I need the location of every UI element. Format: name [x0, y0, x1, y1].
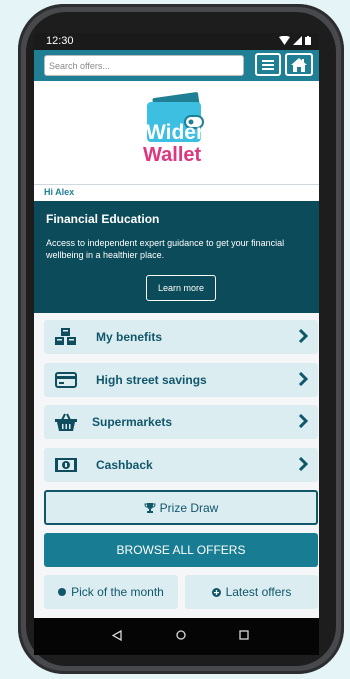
status-bar: 12:30	[34, 33, 319, 50]
shopping-basket-icon	[54, 412, 78, 432]
app-screen: 12:30 Wider Wallet Hi Alex Financial Edu…	[34, 33, 319, 655]
home-button[interactable]	[285, 53, 313, 76]
greeting: Hi Alex	[34, 184, 319, 200]
latest-offers-button[interactable]: Latest offers	[185, 575, 318, 609]
recents-icon[interactable]	[239, 630, 249, 640]
high-street-savings-label: High street savings	[96, 373, 207, 387]
supermarkets-item[interactable]: Supermarkets	[44, 405, 318, 439]
browse-all-offers-button[interactable]: BROWSE ALL OFFERS	[44, 533, 318, 567]
banknote-icon	[54, 455, 78, 475]
latest-offers-label: Latest offers	[225, 585, 292, 599]
status-icons	[279, 36, 311, 45]
banner-title: Financial Education	[46, 212, 160, 226]
signal-icon	[293, 36, 302, 45]
wider-wallet-logo[interactable]: Wider Wallet	[137, 92, 217, 172]
credit-card-icon	[54, 370, 78, 390]
prize-draw-label: Prize Draw	[159, 500, 219, 515]
chevron-right-icon	[298, 457, 308, 471]
pick-of-the-month-button[interactable]: Pick of the month	[44, 575, 178, 609]
high-street-savings-item[interactable]: High street savings	[44, 363, 318, 397]
home-nav-icon[interactable]	[176, 630, 186, 640]
dot-icon	[58, 588, 67, 596]
logo-area: Wider Wallet	[34, 81, 319, 185]
chevron-right-icon	[298, 414, 308, 428]
learn-more-button[interactable]: Learn more	[146, 275, 216, 301]
prize-draw-button[interactable]: Prize Draw	[44, 490, 318, 525]
battery-icon	[305, 36, 311, 45]
brand-wallet-text: Wallet	[143, 144, 201, 166]
banner-description: Access to independent expert guidance to…	[46, 238, 285, 260]
home-icon	[291, 57, 307, 72]
android-nav-bar	[34, 618, 319, 655]
supermarkets-label: Supermarkets	[92, 415, 173, 429]
financial-education-banner: Financial Education Access to independen…	[34, 201, 319, 313]
brand-wider-text: Wider	[146, 121, 204, 144]
menu-button[interactable]	[255, 53, 281, 76]
plus-circle-icon	[211, 587, 221, 597]
status-time: 12:30	[46, 35, 74, 47]
app-header	[34, 50, 319, 81]
cashback-label: Cashback	[96, 458, 153, 472]
cashback-item[interactable]: Cashback	[44, 448, 318, 482]
trophy-icon	[144, 502, 156, 513]
boxes-icon	[54, 327, 78, 347]
back-icon[interactable]	[112, 630, 122, 641]
hamburger-icon	[262, 59, 274, 70]
wifi-icon	[279, 36, 290, 45]
my-benefits-label: My benefits	[96, 330, 163, 344]
pick-of-the-month-label: Pick of the month	[71, 585, 164, 599]
my-benefits-item[interactable]: My benefits	[44, 320, 318, 354]
search-input[interactable]	[44, 55, 244, 76]
chevron-right-icon	[298, 329, 308, 343]
chevron-right-icon	[298, 372, 308, 386]
